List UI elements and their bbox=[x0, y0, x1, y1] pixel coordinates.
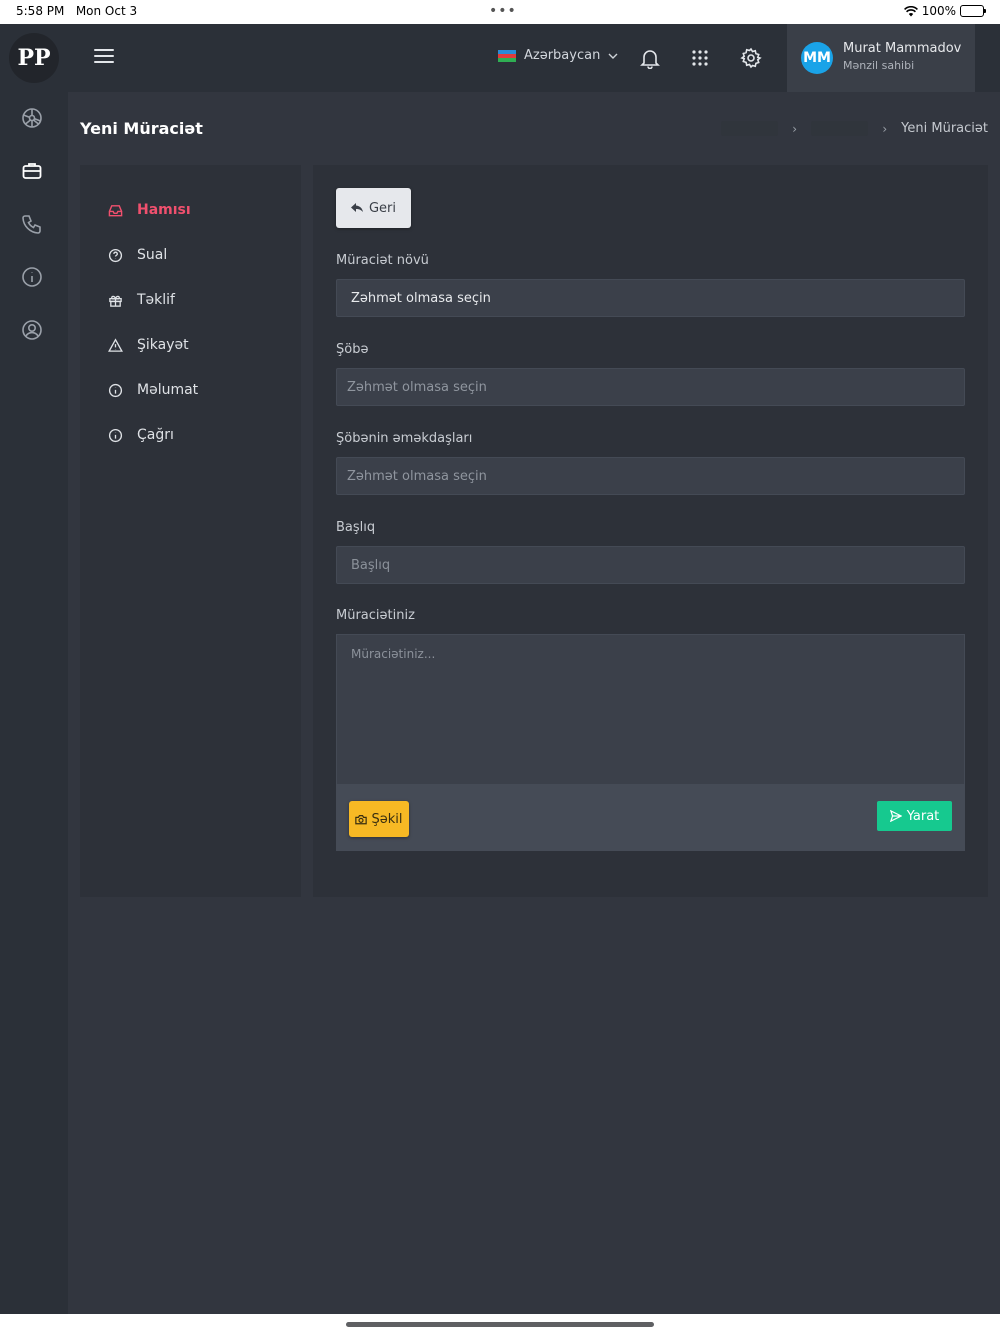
info-circle-icon bbox=[108, 383, 123, 397]
message-label: Müraciətiniz bbox=[336, 608, 415, 623]
info-circle-icon bbox=[108, 428, 123, 442]
multitasking-dots[interactable]: ••• bbox=[489, 4, 517, 18]
department-select[interactable]: Zəhmət olmasa seçin bbox=[336, 368, 965, 406]
breadcrumb-current: Yeni Müraciət bbox=[901, 121, 988, 136]
user-role: Mənzil sahibi bbox=[843, 59, 915, 72]
filter-item-question[interactable]: Sual bbox=[108, 247, 167, 263]
bell-icon[interactable] bbox=[638, 46, 662, 70]
filter-item-suggestion[interactable]: Təklif bbox=[108, 292, 175, 308]
dashboard-icon[interactable] bbox=[20, 106, 44, 130]
question-circle-icon bbox=[108, 248, 123, 262]
send-icon bbox=[889, 810, 902, 822]
camera-icon bbox=[355, 814, 368, 824]
info-icon[interactable] bbox=[20, 265, 44, 289]
menu-toggle-icon[interactable] bbox=[94, 49, 114, 65]
department-label: Şöbə bbox=[336, 342, 369, 357]
avatar: MM bbox=[801, 42, 833, 74]
breadcrumb-link-hidden-2[interactable] bbox=[811, 121, 869, 136]
new-request-form: Geri Müraciət növü Zəhmət olmasa seçin Ş… bbox=[313, 165, 988, 897]
category-filter-panel: Hamısı Sual Təklif Şikayət Məlumat Çağrı bbox=[80, 165, 301, 897]
request-type-label: Müraciət növü bbox=[336, 253, 429, 268]
inbox-icon bbox=[108, 204, 123, 216]
side-rail: PP bbox=[0, 24, 68, 1314]
azerbaijan-flag-icon bbox=[498, 49, 516, 62]
chevron-right-icon: › bbox=[882, 121, 888, 136]
home-indicator[interactable] bbox=[346, 1322, 654, 1327]
filter-item-all[interactable]: Hamısı bbox=[108, 202, 191, 218]
gear-icon[interactable] bbox=[739, 46, 763, 70]
subject-label: Başlıq bbox=[336, 520, 376, 535]
briefcase-icon[interactable] bbox=[20, 159, 44, 183]
phone-icon[interactable] bbox=[20, 212, 44, 236]
filter-item-call[interactable]: Çağrı bbox=[108, 427, 174, 443]
chevron-right-icon: › bbox=[792, 121, 798, 136]
user-circle-icon[interactable] bbox=[20, 318, 44, 342]
battery-percent: 100% bbox=[921, 4, 956, 18]
chevron-down-icon bbox=[608, 53, 618, 59]
top-bar: Azərbaycan MM Murat Mammadov Mənzil sahi… bbox=[68, 24, 1000, 92]
message-toolbar: Şəkil Yarat bbox=[336, 784, 965, 851]
message-textarea[interactable]: Müraciətiniz... bbox=[336, 634, 965, 784]
filter-item-complaint[interactable]: Şikayət bbox=[108, 337, 189, 353]
attach-photo-button[interactable]: Şəkil bbox=[349, 801, 409, 837]
page-title: Yeni Müraciət bbox=[80, 119, 203, 138]
warning-triangle-icon bbox=[108, 337, 123, 352]
wifi-icon bbox=[903, 5, 918, 16]
request-type-select[interactable]: Zəhmət olmasa seçin bbox=[336, 279, 965, 317]
breadcrumb-link-hidden-1[interactable] bbox=[720, 121, 779, 136]
employees-select[interactable]: Zəhmət olmasa seçin bbox=[336, 457, 965, 495]
apps-grid-icon[interactable] bbox=[688, 46, 712, 70]
gift-icon bbox=[109, 295, 122, 307]
battery-icon bbox=[960, 5, 986, 17]
user-menu[interactable]: MM Murat Mammadov Mənzil sahibi bbox=[787, 24, 975, 92]
language-label: Azərbaycan bbox=[524, 48, 601, 63]
back-button[interactable]: Geri bbox=[336, 188, 411, 228]
language-selector[interactable]: Azərbaycan bbox=[498, 48, 618, 63]
app-logo[interactable]: PP bbox=[9, 33, 59, 83]
create-button[interactable]: Yarat bbox=[877, 801, 952, 831]
employees-label: Şöbənin əməkdaşları bbox=[336, 431, 473, 446]
reply-arrow-icon bbox=[350, 203, 363, 212]
breadcrumb: › › Yeni Müraciət bbox=[720, 121, 988, 136]
status-time: 5:58 PM Mon Oct 3 bbox=[16, 4, 138, 18]
status-bar: 5:58 PM Mon Oct 3 ••• 100% bbox=[0, 0, 1000, 24]
home-indicator-bar bbox=[0, 1314, 1000, 1334]
user-name: Murat Mammadov bbox=[843, 41, 962, 56]
subject-input[interactable]: Başlıq bbox=[336, 546, 965, 584]
filter-item-information[interactable]: Məlumat bbox=[108, 382, 198, 398]
